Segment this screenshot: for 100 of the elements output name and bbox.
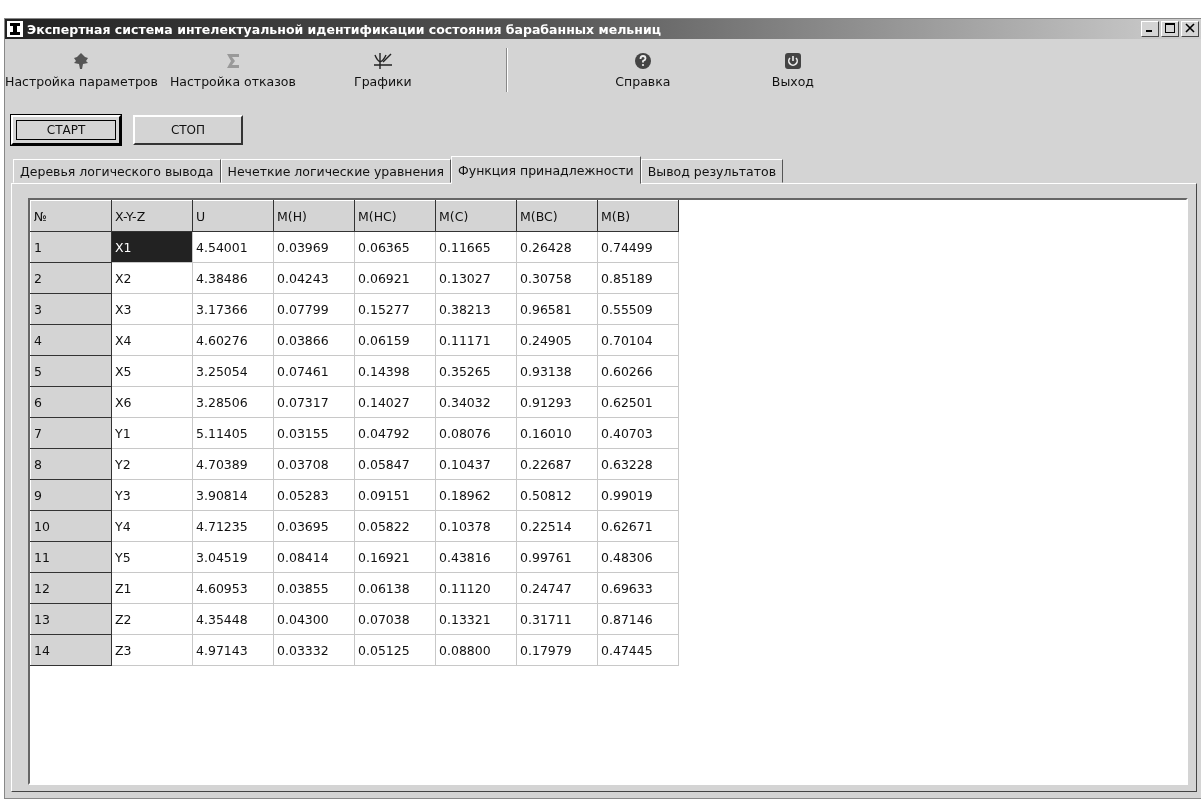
table-cell[interactable]: 0.10437 [435,448,517,480]
table-cell[interactable]: 0.05125 [354,634,436,666]
table-cell[interactable]: 4.60953 [192,572,274,604]
table-cell[interactable]: 4.70389 [192,448,274,480]
tab[interactable]: Деревья логического вывода [13,159,221,183]
table-cell[interactable]: 0.87146 [597,603,679,635]
table-cell[interactable]: Y3 [111,479,193,511]
table-cell[interactable]: 0.74499 [597,231,679,263]
table-cell[interactable]: 0.11120 [435,572,517,604]
table-cell[interactable]: 0.06921 [354,262,436,294]
table-cell[interactable]: 0.16921 [354,541,436,573]
table-cell[interactable]: 0.43816 [435,541,517,573]
table-cell[interactable]: 3.25054 [192,355,274,387]
table-cell[interactable]: 0.05822 [354,510,436,542]
table-cell[interactable]: 0.15277 [354,293,436,325]
table-cell[interactable]: 0.55509 [597,293,679,325]
table-cell[interactable]: 0.04243 [273,262,355,294]
table-cell[interactable]: 0.99019 [597,479,679,511]
table-cell[interactable]: 0.50812 [516,479,598,511]
table-cell[interactable]: 0.06159 [354,324,436,356]
table-cell[interactable]: 0.03708 [273,448,355,480]
table-cell[interactable]: X2 [111,262,193,294]
table-cell[interactable]: 0.03332 [273,634,355,666]
table-cell[interactable]: 0.22687 [516,448,598,480]
table-cell[interactable]: 0.17979 [516,634,598,666]
table-cell[interactable]: 0.08076 [435,417,517,449]
table-cell[interactable]: 0.18962 [435,479,517,511]
table-cell[interactable]: 0.03969 [273,231,355,263]
tab[interactable]: Нечеткие логические уравнения [220,159,451,183]
table-cell[interactable]: 0.13321 [435,603,517,635]
table-cell[interactable]: 0.05283 [273,479,355,511]
table-cell[interactable]: 3.17366 [192,293,274,325]
table-cell[interactable]: X1 [111,231,193,263]
table-cell[interactable]: 0.40703 [597,417,679,449]
table-cell[interactable]: 0.62671 [597,510,679,542]
table-cell[interactable]: 0.38213 [435,293,517,325]
table-cell[interactable]: 0.70104 [597,324,679,356]
table-cell[interactable]: 0.62501 [597,386,679,418]
table-cell[interactable]: 0.11171 [435,324,517,356]
table-cell[interactable]: 0.04792 [354,417,436,449]
table-cell[interactable]: 0.07799 [273,293,355,325]
table-cell[interactable]: 5.11405 [192,417,274,449]
table-cell[interactable]: 0.08800 [435,634,517,666]
table-cell[interactable]: Z1 [111,572,193,604]
table-cell[interactable]: Y5 [111,541,193,573]
table-cell[interactable]: 0.91293 [516,386,598,418]
table-cell[interactable]: 3.04519 [192,541,274,573]
table-cell[interactable]: 0.69633 [597,572,679,604]
table-cell[interactable]: 0.03866 [273,324,355,356]
stop-button[interactable]: СТОП [133,115,243,145]
table-cell[interactable]: 4.35448 [192,603,274,635]
table-cell[interactable]: 0.06365 [354,231,436,263]
table-cell[interactable]: 0.24905 [516,324,598,356]
table-cell[interactable]: 0.04300 [273,603,355,635]
table-cell[interactable]: 0.10378 [435,510,517,542]
table-cell[interactable]: 4.71235 [192,510,274,542]
table-cell[interactable]: Y4 [111,510,193,542]
toolbar-button[interactable]: Графики [307,51,458,89]
table-cell[interactable]: 0.07038 [354,603,436,635]
table-cell[interactable]: 0.07461 [273,355,355,387]
table-cell[interactable]: 0.48306 [597,541,679,573]
table-cell[interactable]: 0.26428 [516,231,598,263]
table-cell[interactable]: 0.24747 [516,572,598,604]
table-cell[interactable]: 0.05847 [354,448,436,480]
table-cell[interactable]: 0.85189 [597,262,679,294]
table-cell[interactable]: Y1 [111,417,193,449]
table-cell[interactable]: 4.54001 [192,231,274,263]
table-cell[interactable]: 0.03855 [273,572,355,604]
table-cell[interactable]: 0.13027 [435,262,517,294]
table-cell[interactable]: 0.47445 [597,634,679,666]
table-cell[interactable]: 3.90814 [192,479,274,511]
table-cell[interactable]: X3 [111,293,193,325]
table-cell[interactable]: 0.16010 [516,417,598,449]
table-cell[interactable]: 0.11665 [435,231,517,263]
table-cell[interactable]: 0.35265 [435,355,517,387]
table-cell[interactable]: 0.60266 [597,355,679,387]
table-cell[interactable]: 0.07317 [273,386,355,418]
table-cell[interactable]: 0.30758 [516,262,598,294]
toolbar-button[interactable]: Настройка параметров [5,51,158,89]
table-cell[interactable]: 0.14398 [354,355,436,387]
table-cell[interactable]: 0.63228 [597,448,679,480]
table-cell[interactable]: Z3 [111,634,193,666]
table-cell[interactable]: X6 [111,386,193,418]
table-cell[interactable]: 0.93138 [516,355,598,387]
table-cell[interactable]: 3.28506 [192,386,274,418]
toolbar-button[interactable]: Выход [717,51,868,89]
table-cell[interactable]: 0.34032 [435,386,517,418]
table-cell[interactable]: 0.31711 [516,603,598,635]
table-cell[interactable]: 0.08414 [273,541,355,573]
table-cell[interactable]: X4 [111,324,193,356]
table-cell[interactable]: 0.03155 [273,417,355,449]
table-cell[interactable]: 0.09151 [354,479,436,511]
tab[interactable]: Вывод результатов [640,159,784,183]
toolbar-button[interactable]: Настройка отказов [157,51,308,89]
toolbar-button[interactable]: Справка [567,51,718,89]
tab[interactable]: Функция принадлежности [450,156,641,184]
table-cell[interactable]: X5 [111,355,193,387]
table-cell[interactable]: 0.06138 [354,572,436,604]
table-cell[interactable]: 0.22514 [516,510,598,542]
table-cell[interactable]: Y2 [111,448,193,480]
